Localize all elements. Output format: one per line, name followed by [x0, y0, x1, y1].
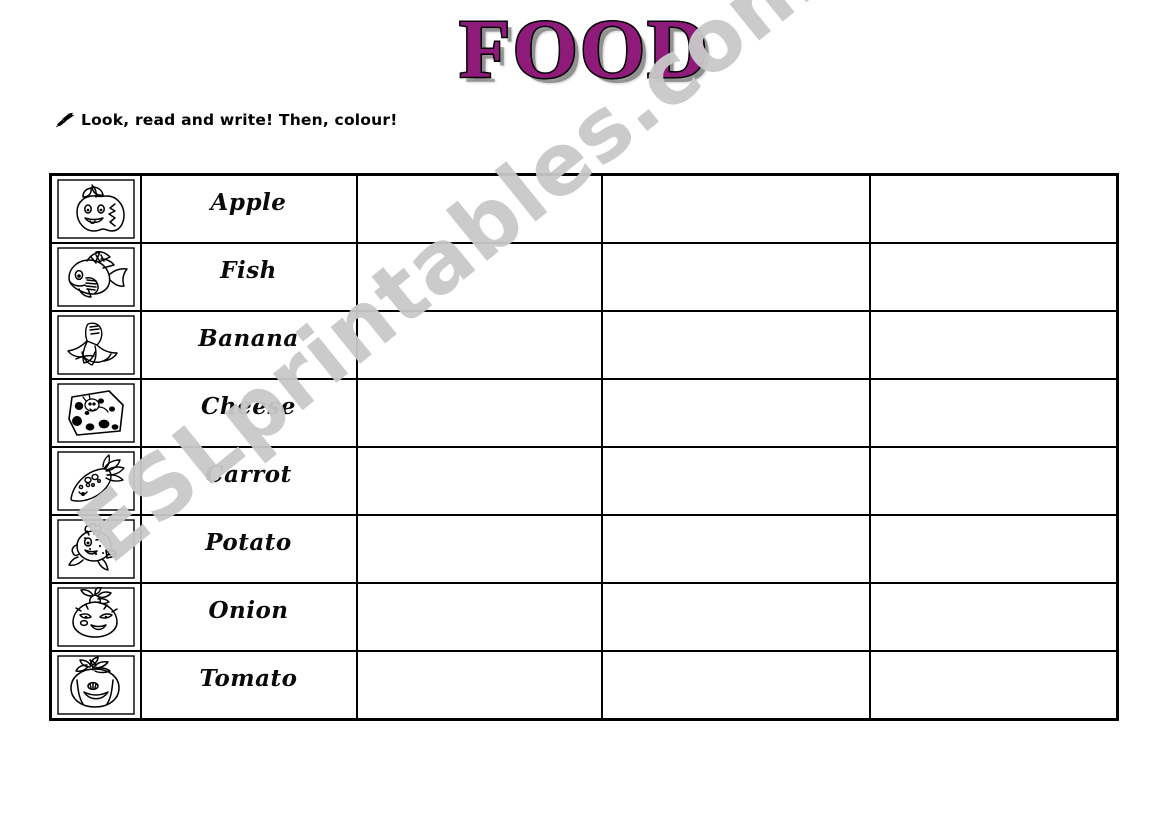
answer-blank-2[interactable]	[600, 310, 871, 380]
word-label: Cheese	[201, 392, 296, 420]
worksheet-table: Apple Fish Banana Cheese Carrot Potato O…	[49, 173, 1119, 721]
tomato-icon	[57, 655, 135, 715]
answer-blank-2[interactable]	[600, 242, 871, 312]
answer-blank-2[interactable]	[600, 173, 871, 244]
table-row: Fish	[49, 242, 1119, 312]
worksheet-table-body: Apple Fish Banana Cheese Carrot Potato O…	[49, 173, 1119, 721]
worksheet-page: FOOD Look, read and write! Then, colour!…	[0, 0, 1169, 821]
instruction-line: Look, read and write! Then, colour!	[56, 111, 398, 129]
answer-blank-1[interactable]	[355, 310, 603, 380]
picture-cell	[49, 582, 142, 652]
picture-cell	[49, 310, 142, 380]
answer-blank-3[interactable]	[868, 582, 1119, 652]
answer-blank-2[interactable]	[600, 446, 871, 516]
answer-blank-1[interactable]	[355, 378, 603, 448]
carrot-icon	[57, 451, 135, 511]
word-label: Fish	[220, 256, 277, 284]
table-row: Onion	[49, 582, 1119, 652]
picture-cell	[49, 446, 142, 516]
answer-blank-3[interactable]	[868, 650, 1119, 721]
answer-blank-1[interactable]	[355, 242, 603, 312]
answer-blank-3[interactable]	[868, 446, 1119, 516]
answer-blank-2[interactable]	[600, 582, 871, 652]
answer-blank-3[interactable]	[868, 378, 1119, 448]
table-row: Carrot	[49, 446, 1119, 516]
word-label: Banana	[198, 324, 299, 352]
table-row: Apple	[49, 173, 1119, 244]
answer-blank-2[interactable]	[600, 650, 871, 721]
word-label: Onion	[208, 596, 289, 624]
word-label: Apple	[210, 188, 287, 216]
table-row: Tomato	[49, 650, 1119, 721]
picture-cell	[49, 650, 142, 721]
answer-blank-3[interactable]	[868, 173, 1119, 244]
word-label: Carrot	[205, 460, 292, 488]
table-row: Potato	[49, 514, 1119, 584]
table-row: Banana	[49, 310, 1119, 380]
answer-blank-3[interactable]	[868, 514, 1119, 584]
word-cell: Onion	[139, 582, 358, 652]
word-cell: Apple	[139, 173, 358, 244]
word-label: Tomato	[199, 664, 298, 692]
word-cell: Carrot	[139, 446, 358, 516]
word-cell: Fish	[139, 242, 358, 312]
answer-blank-1[interactable]	[355, 173, 603, 244]
word-cell: Tomato	[139, 650, 358, 721]
word-cell: Potato	[139, 514, 358, 584]
word-label: Potato	[205, 528, 292, 556]
fish-icon	[57, 247, 135, 307]
answer-blank-1[interactable]	[355, 582, 603, 652]
answer-blank-2[interactable]	[600, 378, 871, 448]
onion-icon	[57, 587, 135, 647]
picture-cell	[49, 514, 142, 584]
cheese-icon	[57, 383, 135, 443]
picture-cell	[49, 242, 142, 312]
answer-blank-1[interactable]	[355, 446, 603, 516]
answer-blank-3[interactable]	[868, 242, 1119, 312]
instruction-text: Look, read and write! Then, colour!	[81, 111, 398, 129]
page-title: FOOD	[458, 3, 710, 96]
word-cell: Banana	[139, 310, 358, 380]
word-cell: Cheese	[139, 378, 358, 448]
answer-blank-1[interactable]	[355, 514, 603, 584]
writing-hand-icon	[56, 112, 74, 128]
table-row: Cheese	[49, 378, 1119, 448]
potato-icon	[57, 519, 135, 579]
answer-blank-1[interactable]	[355, 650, 603, 721]
answer-blank-2[interactable]	[600, 514, 871, 584]
apple-icon	[57, 179, 135, 239]
picture-cell	[49, 378, 142, 448]
picture-cell	[49, 173, 142, 244]
answer-blank-3[interactable]	[868, 310, 1119, 380]
banana-icon	[57, 315, 135, 375]
page-title-container: FOOD	[0, 3, 1169, 96]
